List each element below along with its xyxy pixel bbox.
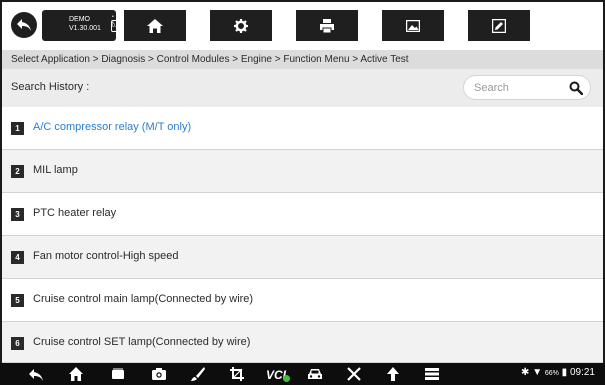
battery-icon: ▮	[561, 367, 568, 378]
battery-percent: 66%	[544, 370, 559, 377]
demo-label: DEMO	[69, 16, 90, 23]
edit-icon	[492, 18, 506, 33]
back-icon[interactable]	[28, 366, 44, 382]
vci-icon[interactable]: VCI	[266, 366, 290, 382]
print-icon	[320, 18, 334, 33]
bluetooth-icon: ✱	[521, 367, 530, 378]
item-number: 4	[11, 251, 24, 264]
home-icon[interactable]	[68, 366, 84, 382]
item-label: Cruise control SET lamp(Connected by wir…	[33, 336, 251, 348]
item-number: 2	[11, 165, 24, 178]
search-box[interactable]	[463, 75, 591, 100]
clock: 09:21	[569, 367, 595, 378]
image-icon	[406, 19, 420, 32]
edit-button[interactable]	[468, 10, 530, 41]
top-toolbar: DEMO V1.30.001 • • 0.0V	[0, 0, 605, 50]
item-label: A/C compressor relay (M/T only)	[33, 121, 192, 133]
gear-icon	[234, 18, 248, 33]
tools-icon[interactable]	[346, 366, 362, 382]
list-item[interactable]: 5 Cruise control main lamp(Connected by …	[2, 279, 603, 322]
item-number: 3	[11, 208, 24, 221]
list-item[interactable]: 1 A/C compressor relay (M/T only)	[2, 107, 603, 150]
wifi-icon: ▼	[532, 367, 543, 378]
car-icon[interactable]	[307, 366, 323, 382]
search-icon[interactable]	[569, 81, 583, 95]
status-area: ✱ ▼ 66% ▮ 09:21	[521, 367, 595, 378]
search-bar: Search History :	[0, 69, 605, 107]
back-icon	[17, 19, 31, 31]
recent-apps-icon[interactable]	[110, 366, 126, 382]
battery-voltage: 0.0V	[111, 20, 123, 32]
active-test-list: 1 A/C compressor relay (M/T only) 2 MIL …	[0, 107, 605, 363]
version-badge: DEMO V1.30.001 • • 0.0V	[42, 10, 123, 41]
list-item[interactable]: 6 Cruise control SET lamp(Connected by w…	[2, 322, 603, 363]
breadcrumb: Select Application > Diagnosis > Control…	[0, 50, 605, 69]
settings-button[interactable]	[210, 10, 272, 41]
version-label: V1.30.001	[69, 25, 101, 32]
print-button[interactable]	[296, 10, 358, 41]
home-icon	[147, 18, 163, 33]
vci-status-dot	[283, 375, 290, 382]
brush-icon[interactable]	[190, 366, 206, 382]
item-label: Fan motor control-High speed	[33, 250, 179, 262]
list-item[interactable]: 2 MIL lamp	[2, 150, 603, 193]
item-number: 5	[11, 294, 24, 307]
system-navbar: VCI ✱ ▼ 66% ▮ 09:21	[0, 363, 605, 385]
home-button[interactable]	[124, 10, 186, 41]
list-item[interactable]: 4 Fan motor control-High speed	[2, 236, 603, 279]
item-label: Cruise control main lamp(Connected by wi…	[33, 293, 254, 305]
upload-icon[interactable]	[385, 366, 401, 382]
screenshot-button[interactable]	[382, 10, 444, 41]
menu-icon[interactable]	[424, 366, 440, 382]
list-item[interactable]: 3 PTC heater relay	[2, 193, 603, 236]
camera-icon[interactable]	[151, 366, 167, 382]
search-input[interactable]	[474, 80, 564, 96]
item-label: PTC heater relay	[33, 207, 117, 219]
back-button[interactable]	[11, 12, 37, 38]
item-number: 6	[11, 337, 24, 350]
search-history-label: Search History :	[11, 81, 90, 93]
item-number: 1	[11, 122, 24, 135]
crop-icon[interactable]	[229, 366, 245, 382]
item-label: MIL lamp	[33, 164, 78, 176]
